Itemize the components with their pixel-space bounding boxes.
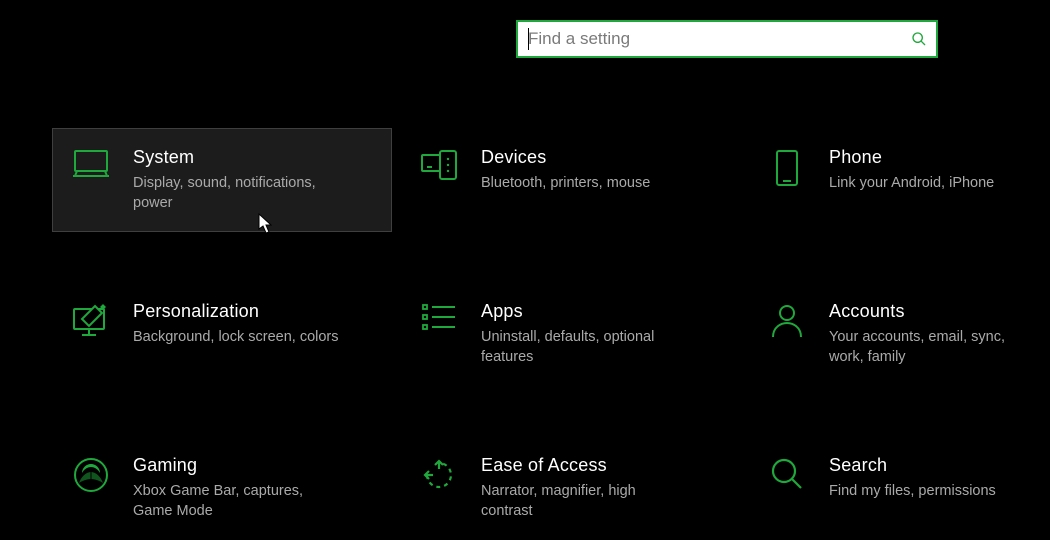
search-icon: [902, 31, 936, 47]
system-icon: [71, 149, 111, 189]
gaming-icon: [71, 457, 111, 497]
tile-desc: Xbox Game Bar, captures, Game Mode: [133, 482, 343, 521]
tile-desc: Uninstall, defaults, optional features: [481, 328, 691, 367]
tile-title: Search: [829, 455, 1043, 476]
tile-accounts[interactable]: Accounts Your accounts, email, sync, wor…: [748, 282, 1050, 386]
tile-system[interactable]: System Display, sound, notifications, po…: [52, 128, 392, 232]
tile-title: Accounts: [829, 301, 1043, 322]
tile-apps[interactable]: Apps Uninstall, defaults, optional featu…: [400, 282, 740, 386]
search-box[interactable]: [516, 20, 938, 58]
tile-search[interactable]: Search Find my files, permissions: [748, 436, 1050, 540]
tile-title: Personalization: [133, 301, 377, 322]
tile-phone[interactable]: Phone Link your Android, iPhone: [748, 128, 1050, 232]
search-tile-icon: [767, 457, 807, 497]
tile-desc: Narrator, magnifier, high contrast: [481, 482, 691, 521]
tile-desc: Background, lock screen, colors: [133, 328, 343, 348]
tile-title: Ease of Access: [481, 455, 725, 476]
apps-icon: [419, 303, 459, 343]
tile-devices[interactable]: Devices Bluetooth, printers, mouse: [400, 128, 740, 232]
tile-desc: Link your Android, iPhone: [829, 174, 1039, 194]
tile-title: Gaming: [133, 455, 377, 476]
devices-icon: [419, 149, 459, 189]
tile-title: Devices: [481, 147, 725, 168]
phone-icon: [767, 149, 807, 189]
tile-desc: Display, sound, notifications, power: [133, 174, 343, 213]
tile-gaming[interactable]: Gaming Xbox Game Bar, captures, Game Mod…: [52, 436, 392, 540]
tile-title: Phone: [829, 147, 1043, 168]
accounts-icon: [767, 303, 807, 343]
tile-title: Apps: [481, 301, 725, 322]
tile-personalization[interactable]: Personalization Background, lock screen,…: [52, 282, 392, 386]
ease-of-access-icon: [419, 457, 459, 497]
tile-desc: Find my files, permissions: [829, 482, 1039, 502]
tile-desc: Your accounts, email, sync, work, family: [829, 328, 1039, 367]
tile-ease-of-access[interactable]: Ease of Access Narrator, magnifier, high…: [400, 436, 740, 540]
search-input[interactable]: [518, 22, 902, 56]
settings-grid: System Display, sound, notifications, po…: [52, 128, 1042, 540]
tile-desc: Bluetooth, printers, mouse: [481, 174, 691, 194]
personalization-icon: [71, 303, 111, 343]
tile-title: System: [133, 147, 377, 168]
text-caret: [528, 28, 529, 50]
